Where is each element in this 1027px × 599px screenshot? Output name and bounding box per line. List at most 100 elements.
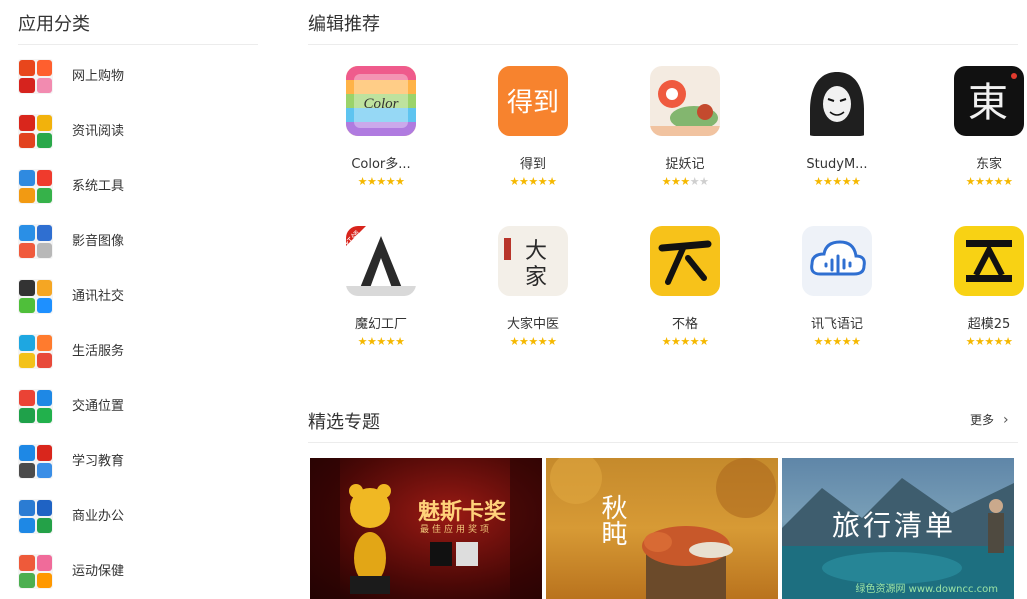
sidebar-category-item[interactable]: 影音图像 [18, 224, 258, 279]
topic-banner-travel[interactable]: 旅行清单 绿色资源网 www.downcc.com [782, 458, 1014, 599]
star-icon: ★ [689, 335, 700, 348]
dajia-tcm-icon[interactable]: 大家 [498, 226, 568, 296]
app-name[interactable]: StudyM... [806, 157, 867, 173]
topics-divider [308, 442, 1018, 443]
star-icon: ★ [670, 175, 681, 188]
star-icon: ★ [1003, 175, 1013, 188]
svg-text:家: 家 [525, 265, 547, 290]
sidebar-category-label: 生活服务 [72, 344, 125, 359]
star-icon: ★ [385, 175, 396, 188]
star-icon: ★ [518, 175, 529, 188]
star-icon: ★ [984, 335, 994, 348]
star-icon: ★ [376, 175, 386, 188]
star-icon: ★ [993, 335, 1004, 348]
app-card[interactable]: 不格 ★★★★★ [609, 226, 761, 386]
app-card[interactable]: 大家大家中医 ★★★★★ [457, 226, 609, 386]
app-name[interactable]: 得到 [520, 157, 546, 173]
svg-text:大: 大 [525, 239, 547, 264]
star-icon: ★ [366, 335, 377, 348]
category-sidebar: 应用分类 网上购物资讯阅读系统工具影音图像通讯社交生活服务交通位置学习教育商业办… [18, 0, 258, 599]
star-icon: ★ [984, 175, 994, 188]
app-card[interactable]: 超模25 ★★★★★ [913, 226, 1027, 386]
rating-stars: ★★★★★ [814, 176, 861, 188]
color-app-icon[interactable]: Color [346, 66, 416, 136]
app-card[interactable]: 得到 得到 ★★★★★ [457, 66, 609, 226]
star-icon: ★ [841, 335, 852, 348]
app-card[interactable]: Color Color多... ★★★★★ [305, 66, 457, 226]
star-icon: ★ [395, 335, 405, 348]
tools-icon [18, 169, 53, 204]
app-card[interactable]: StudyM... ★★★★★ [761, 66, 913, 226]
app-name[interactable]: 魔幻工厂 [355, 317, 407, 333]
shopping-icon [18, 59, 53, 94]
star-icon: ★ [661, 335, 672, 348]
sidebar-category-item[interactable]: 交通位置 [18, 389, 258, 444]
star-icon: ★ [518, 335, 529, 348]
topic-banner-autumn-nap[interactable]: 秋盹 [546, 458, 778, 599]
rating-stars: ★★★★★ [358, 176, 405, 188]
sidebar-category-label: 学习教育 [72, 454, 125, 469]
dongjia-icon[interactable]: 東 [954, 66, 1024, 136]
rating-stars: ★★★★★ [510, 176, 557, 188]
sidebar-category-item[interactable]: 网上购物 [18, 59, 258, 114]
sidebar-category-item[interactable]: 通讯社交 [18, 279, 258, 334]
social-icon [18, 279, 53, 314]
star-icon: ★ [547, 175, 557, 188]
app-name[interactable]: 不格 [672, 317, 698, 333]
rating-stars: ★★★★★ [966, 336, 1013, 348]
sidebar-category-item[interactable]: 资讯阅读 [18, 114, 258, 169]
star-icon: ★ [699, 335, 709, 348]
star-icon: ★ [832, 175, 842, 188]
sidebar-category-item[interactable]: 商业办公 [18, 499, 258, 554]
topic-title-autumn-nap: 秋盹 [597, 494, 627, 546]
app-card[interactable]: 红领 魔幻工厂 ★★★★★ [305, 226, 457, 386]
dedao-icon[interactable]: 得到 [498, 66, 568, 136]
sidebar-category-label: 网上购物 [72, 69, 125, 84]
mask-icon[interactable] [802, 66, 872, 136]
app-name[interactable]: 讯飞语记 [811, 317, 863, 333]
star-icon: ★ [1003, 335, 1013, 348]
star-icon: ★ [528, 335, 538, 348]
buge-icon[interactable] [650, 226, 720, 296]
app-name[interactable]: 大家中医 [507, 317, 559, 333]
star-icon: ★ [537, 335, 548, 348]
app-name[interactable]: 捉妖记 [665, 157, 704, 173]
star-icon: ★ [974, 175, 985, 188]
app-name[interactable]: 东家 [976, 157, 1002, 173]
sidebar-category-label: 通讯社交 [72, 289, 125, 304]
more-topics-link[interactable]: 更多 › [970, 411, 1009, 428]
sidebar-category-label: 系统工具 [72, 179, 125, 194]
sidebar-category-label: 影音图像 [72, 234, 125, 249]
star-icon: ★ [547, 335, 557, 348]
app-card[interactable]: 東东家 ★★★★★ [913, 66, 1027, 226]
sidebar-category-item[interactable]: 系统工具 [18, 169, 258, 224]
sidebar-category-label: 交通位置 [72, 399, 125, 414]
star-icon: ★ [689, 175, 700, 188]
sidebar-category-item[interactable]: 运动保健 [18, 554, 258, 599]
education-icon [18, 444, 53, 479]
iflytek-note-icon[interactable] [802, 226, 872, 296]
star-icon: ★ [822, 335, 833, 348]
sidebar-category-label: 商业办公 [72, 509, 125, 524]
app-card[interactable]: 捉妖记 ★★★★★ [609, 66, 761, 226]
topic-banner-awards[interactable]: 魅斯卡奖 最佳应用奖项 [310, 458, 542, 599]
svg-text:東: 東 [968, 80, 1008, 126]
star-icon: ★ [357, 175, 368, 188]
editor-picks-grid: Color Color多... ★★★★★ 得到 得到 ★★★★★ 捉妖记 ★★★★★ Stud… [305, 66, 1025, 386]
star-icon: ★ [366, 175, 377, 188]
app-name[interactable]: Color多... [351, 157, 410, 173]
sidebar-category-item[interactable]: 学习教育 [18, 444, 258, 499]
app-card[interactable]: 讯飞语记 ★★★★★ [761, 226, 913, 386]
news-icon [18, 114, 53, 149]
monster-hunt-icon[interactable] [650, 66, 720, 136]
category-title: 应用分类 [18, 14, 90, 35]
app-name[interactable]: 超模25 [968, 317, 1011, 333]
star-icon: ★ [822, 175, 833, 188]
supermodel-icon[interactable] [954, 226, 1024, 296]
magic-factory-icon[interactable]: 红领 [346, 226, 416, 296]
category-list: 网上购物资讯阅读系统工具影音图像通讯社交生活服务交通位置学习教育商业办公运动保健 [18, 59, 258, 599]
topic-banners: 魅斯卡奖 最佳应用奖项 秋盹 旅行清单 绿色资源网 www.downcc.com [310, 458, 1027, 599]
topic-subtitle-awards: 最佳应用奖项 [420, 525, 493, 535]
topics-title: 精选专题 [308, 412, 380, 433]
sidebar-category-item[interactable]: 生活服务 [18, 334, 258, 389]
